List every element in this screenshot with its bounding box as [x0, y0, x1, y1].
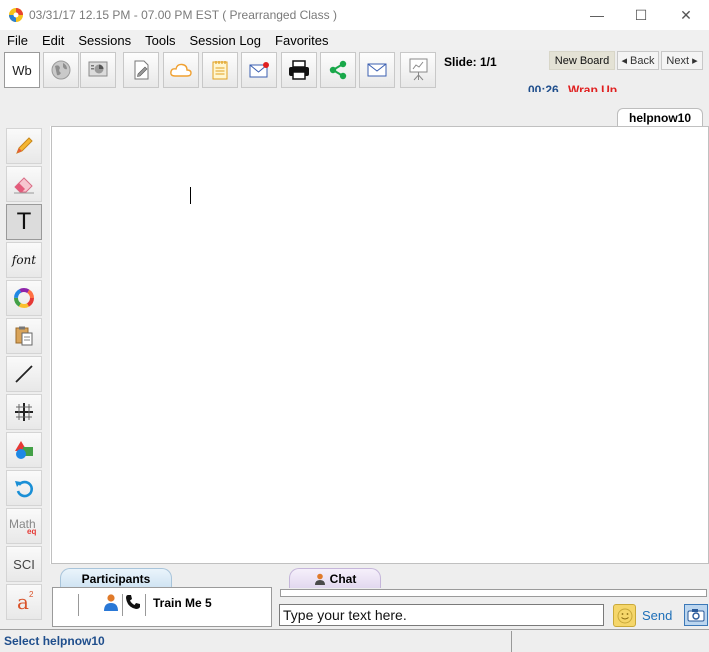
teacher-board-button[interactable] — [400, 52, 436, 88]
clipboard-icon — [15, 326, 33, 346]
text-cursor — [190, 187, 191, 204]
document-edit-icon — [134, 60, 149, 80]
menu-file[interactable]: File — [0, 33, 35, 48]
shapes-tool[interactable] — [6, 432, 42, 468]
slide-indicator: Slide: 1/1 — [444, 55, 497, 69]
new-board-button[interactable]: New Board — [549, 51, 615, 70]
menu-sessions[interactable]: Sessions — [71, 33, 138, 48]
share-button[interactable] — [320, 52, 356, 88]
close-button[interactable]: ✕ — [663, 0, 709, 30]
pencil-tool[interactable] — [6, 128, 42, 164]
participant-list: Train Me 5 — [52, 587, 272, 627]
notepad-button[interactable] — [202, 52, 238, 88]
camera-icon — [687, 609, 705, 622]
line-tool[interactable] — [6, 356, 42, 392]
status-divider — [511, 631, 512, 652]
printer-icon — [289, 60, 309, 80]
cloud-icon — [170, 63, 192, 77]
text-tool-icon: T — [17, 209, 31, 235]
maximize-button[interactable]: ☐ — [618, 0, 664, 30]
column-divider — [78, 594, 79, 616]
notepad-icon — [212, 61, 228, 80]
status-text: Select helpnow10 — [4, 634, 105, 648]
chat-user-icon — [314, 573, 325, 585]
text-tool[interactable]: T — [6, 204, 42, 240]
back-button[interactable]: ◂ Back — [617, 51, 659, 70]
status-bar: Select helpnow10 — [0, 629, 709, 652]
presentation-icon — [88, 61, 108, 77]
shapes-icon — [15, 441, 33, 459]
superscript-icon: a 2 — [14, 590, 34, 614]
math-equation-icon: Math eq — [8, 514, 40, 538]
mail-icon — [367, 63, 387, 77]
mail-alert-icon — [249, 62, 269, 78]
participant-name: Train Me 5 — [153, 596, 212, 610]
phone-icon[interactable] — [125, 594, 141, 610]
app-logo-icon — [9, 8, 23, 22]
font-tool[interactable]: font — [6, 242, 42, 278]
menu-session-log[interactable]: Session Log — [182, 33, 268, 48]
globe-icon — [51, 60, 71, 80]
color-picker-tool[interactable] — [6, 280, 42, 316]
whiteboard-label: Wb — [12, 62, 32, 78]
drawing-tools-panel: T font Math eq SCI a 2 — [0, 126, 50, 629]
web-browser-button[interactable] — [43, 52, 79, 88]
screenshot-button[interactable] — [684, 604, 708, 626]
menu-bar: File Edit Sessions Tools Session Log Fav… — [0, 30, 709, 50]
menu-favorites[interactable]: Favorites — [268, 33, 335, 48]
mail-alert-button[interactable] — [241, 52, 277, 88]
chat-log — [280, 589, 707, 597]
whiteboard-button[interactable]: Wb — [4, 52, 40, 88]
cloud-button[interactable] — [163, 52, 199, 88]
presentation-button[interactable] — [80, 52, 116, 88]
menu-edit[interactable]: Edit — [35, 33, 71, 48]
grid-tool[interactable] — [6, 394, 42, 430]
window-title: 03/31/17 12.15 PM - 07.00 PM EST ( Prear… — [29, 8, 337, 22]
eraser-icon — [14, 177, 34, 194]
undo-icon — [15, 480, 33, 498]
main-toolbar: Wb Slide: 1/1 New Board ◂ Back Next ▸ 00… — [0, 50, 709, 97]
title-bar: 03/31/17 12.15 PM - 07.00 PM EST ( Prear… — [0, 0, 709, 30]
pencil-icon — [16, 137, 33, 154]
tab-helpnow10[interactable]: helpnow10 — [617, 108, 703, 126]
emoji-button[interactable] — [613, 604, 636, 627]
tab-chat[interactable]: Chat — [289, 568, 381, 588]
whiteboard-canvas[interactable] — [51, 126, 709, 564]
superscript-tool[interactable]: a 2 — [6, 584, 42, 620]
teacher-board-icon — [409, 58, 428, 81]
print-button[interactable] — [281, 52, 317, 88]
math-icon-sub: eq — [27, 527, 37, 536]
grid-icon — [15, 403, 33, 421]
menu-tools[interactable]: Tools — [138, 33, 182, 48]
color-wheel-icon — [14, 288, 34, 308]
line-tool-icon — [15, 365, 33, 383]
superscript-base: a — [17, 590, 29, 614]
chat-tab-label: Chat — [329, 571, 357, 586]
participant-user-icon — [104, 594, 118, 611]
document-edit-button[interactable] — [123, 52, 159, 88]
next-button[interactable]: Next ▸ — [661, 51, 703, 70]
clipboard-tool[interactable] — [6, 318, 42, 354]
column-divider — [145, 594, 146, 616]
send-button[interactable]: Send — [642, 608, 672, 623]
column-divider — [122, 594, 123, 616]
share-icon — [329, 60, 347, 80]
minimize-button[interactable]: — — [574, 0, 620, 30]
superscript-exp: 2 — [29, 590, 34, 599]
tab-participants[interactable]: Participants — [60, 568, 172, 588]
scientific-tool[interactable]: SCI — [6, 546, 42, 582]
chat-input[interactable] — [279, 604, 604, 626]
font-icon: font — [11, 253, 37, 267]
board-tab-strip: helpnow10 — [0, 92, 709, 126]
app-window: 03/31/17 12.15 PM - 07.00 PM EST ( Prear… — [0, 0, 709, 652]
eraser-tool[interactable] — [6, 166, 42, 202]
bottom-panel: Participants Chat Train Me 5 Type your t… — [50, 564, 709, 629]
mail-button[interactable] — [359, 52, 395, 88]
math-equation-tool[interactable]: Math eq — [6, 508, 42, 544]
smiley-icon — [617, 608, 632, 623]
undo-tool[interactable] — [6, 470, 42, 506]
scientific-icon: SCI — [13, 556, 35, 572]
